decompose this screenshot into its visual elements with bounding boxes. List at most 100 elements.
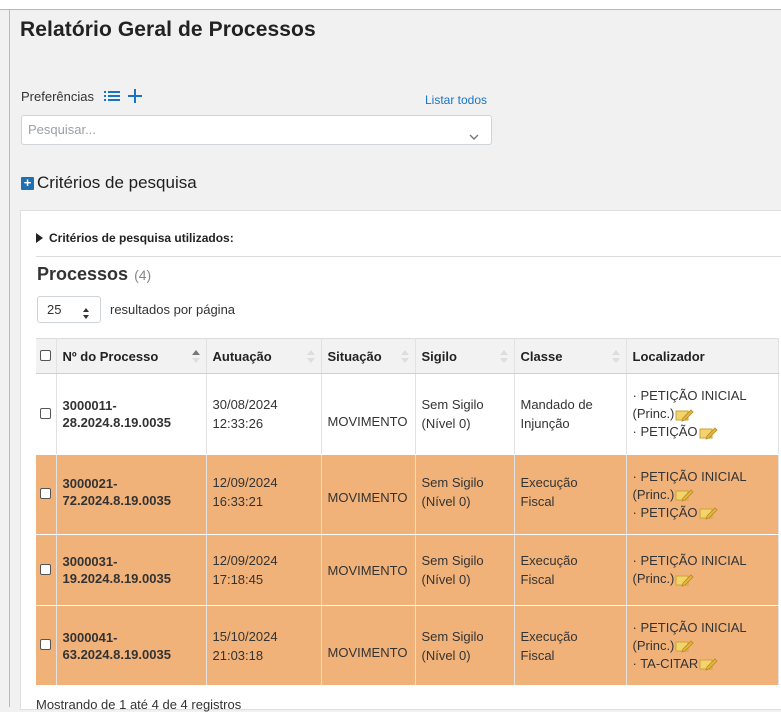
process-number[interactable]: 3000011- 28.2024.8.19.0035: [56, 373, 207, 455]
edit-pencil-icon[interactable]: [675, 573, 694, 587]
sigilo-cell: Sem Sigilo (Nível 0): [415, 373, 515, 455]
col-numero[interactable]: Nº do Processo: [56, 338, 207, 374]
localizador-line1: · PETIÇÃO INICIAL: [632, 468, 747, 484]
localizador-line2: (Princ.): [632, 637, 675, 653]
top-bar: [0, 0, 781, 10]
row-select-cell: [36, 605, 57, 686]
classe-cell: Execução Fiscal: [514, 454, 627, 535]
sigilo-line1: Sem Sigilo: [421, 628, 484, 644]
table-row[interactable]: 3000011- 28.2024.8.19.0035 30/08/2024 12:3…: [36, 373, 779, 455]
localizador-line1: · PETIÇÃO INICIAL: [632, 619, 747, 635]
row-checkbox[interactable]: [40, 563, 51, 575]
process-number-line1: 3000011-: [62, 398, 117, 413]
used-criteria-label: Critérios de pesquisa utilizados:: [49, 231, 234, 245]
results-count: (4): [134, 267, 152, 283]
page-size-value: 25: [47, 302, 62, 317]
page-size-select[interactable]: 25: [37, 296, 101, 323]
autuacao-time: 16:33:21: [212, 494, 264, 509]
table-row[interactable]: 3000031- 19.2024.8.19.0035 12/09/2024 17:1…: [36, 534, 779, 606]
results-title: Processos (4): [37, 264, 151, 285]
col-situacao[interactable]: Situação: [321, 338, 416, 374]
col-autuacao[interactable]: Autuação: [206, 338, 322, 374]
localizador-line3: · PETIÇÃO: [632, 504, 698, 520]
expand-plus-icon: +: [21, 176, 34, 190]
sigilo-line2: (Nível 0): [421, 416, 471, 431]
localizador-line3: · TA-CITAR: [632, 655, 699, 671]
results-footer: Mostrando de 1 até 4 de 4 registros: [36, 697, 242, 712]
edit-pencil-icon[interactable]: [675, 639, 694, 653]
list-icon[interactable]: [103, 90, 120, 102]
process-number[interactable]: 3000041- 63.2024.8.19.0035: [56, 605, 207, 686]
process-number[interactable]: 3000031- 19.2024.8.19.0035: [56, 534, 207, 606]
sigilo-cell: Sem Sigilo (Nível 0): [415, 534, 515, 606]
row-select-cell: [36, 534, 57, 606]
localizador-line3: · PETIÇÃO: [632, 424, 698, 439]
table-row[interactable]: 3000021- 72.2024.8.19.0035 12/09/2024 16:3…: [36, 454, 779, 535]
row-checkbox[interactable]: [40, 488, 51, 499]
autuacao-date: 15/10/2024: [212, 628, 278, 644]
edit-pencil-icon[interactable]: [699, 506, 718, 520]
chevron-down-icon: [469, 124, 479, 140]
classe-line2: Fiscal: [520, 494, 555, 509]
table-header-row: Nº do Processo Autuação Situação Sigilo …: [36, 338, 779, 374]
autuacao-date: 12/09/2024: [212, 553, 278, 568]
triangle-right-icon: [36, 233, 43, 243]
col-classe[interactable]: Classe: [514, 338, 627, 374]
situacao-cell: MOVIMENTO: [321, 534, 416, 606]
col-numero-label: Nº do Processo: [62, 348, 159, 364]
search-select[interactable]: Pesquisar...: [21, 115, 492, 145]
sigilo-cell: Sem Sigilo (Nível 0): [415, 605, 515, 686]
row-select-cell: [36, 454, 57, 535]
col-localizador[interactable]: Localizador: [626, 338, 779, 374]
process-number-line2: 28.2024.8.19.0035: [62, 415, 171, 430]
classe-cell: Mandado de Injunção: [514, 373, 627, 455]
localizador-line2: (Princ.): [632, 406, 675, 421]
classe-line1: Mandado de: [520, 397, 593, 412]
col-sigilo[interactable]: Sigilo: [415, 338, 515, 374]
sort-icon: [499, 350, 508, 363]
list-all-link[interactable]: Listar todos: [425, 93, 487, 107]
results-title-text: Processos: [37, 264, 129, 284]
page-size-label: resultados por página: [110, 302, 236, 317]
search-placeholder: Pesquisar...: [28, 122, 96, 137]
sort-icon: [611, 350, 620, 363]
divider: [36, 256, 781, 257]
classe-line1: Execução: [520, 475, 578, 490]
col-classe-label: Classe: [520, 348, 563, 364]
used-criteria-toggle[interactable]: Critérios de pesquisa utilizados:: [36, 231, 234, 245]
row-checkbox[interactable]: [40, 639, 51, 650]
criteria-title: Critérios de pesquisa: [37, 173, 197, 192]
col-autuacao-label: Autuação: [212, 348, 272, 364]
autuacao-cell: 12/09/2024 17:18:45: [206, 534, 322, 606]
page-title: Relatório Geral de Processos: [20, 18, 316, 41]
localizador-cell: · PETIÇÃO INICIAL (Princ.) · TA-CITAR: [626, 605, 779, 686]
sigilo-line2: (Nível 0): [421, 494, 471, 509]
process-number-line2: 63.2024.8.19.0035: [62, 646, 171, 662]
situacao-cell: MOVIMENTO: [321, 605, 416, 686]
select-all-checkbox[interactable]: [40, 349, 51, 361]
criteria-toggle[interactable]: + Critérios de pesquisa: [21, 173, 197, 193]
select-all-cell: [36, 338, 57, 374]
edit-pencil-icon[interactable]: [675, 488, 694, 502]
preferences-label: Preferências: [21, 88, 94, 104]
process-table: Nº do Processo Autuação Situação Sigilo …: [36, 338, 779, 686]
edit-pencil-icon[interactable]: [699, 426, 718, 440]
autuacao-time: 17:18:45: [212, 572, 264, 587]
autuacao-cell: 30/08/2024 12:33:26: [206, 373, 322, 455]
row-select-cell: [36, 373, 57, 455]
col-sigilo-label: Sigilo: [421, 348, 457, 364]
sort-icon: [400, 350, 409, 363]
classe-line2: Injunção: [520, 416, 570, 431]
process-number-line1: 3000021-: [62, 476, 118, 491]
table-row[interactable]: 3000041- 63.2024.8.19.0035 15/10/2024 21:0…: [36, 605, 779, 686]
process-number[interactable]: 3000021- 72.2024.8.19.0035: [56, 454, 207, 535]
edit-pencil-icon[interactable]: [699, 657, 718, 671]
sigilo-cell: Sem Sigilo (Nível 0): [415, 454, 515, 535]
classe-line1: Execução: [520, 553, 578, 568]
autuacao-time: 21:03:18: [212, 647, 264, 663]
edit-pencil-icon[interactable]: [675, 408, 694, 422]
row-checkbox[interactable]: [40, 407, 51, 419]
classe-cell: Execução Fiscal: [514, 534, 627, 606]
plus-icon[interactable]: [127, 88, 143, 104]
autuacao-date: 12/09/2024: [212, 475, 278, 490]
